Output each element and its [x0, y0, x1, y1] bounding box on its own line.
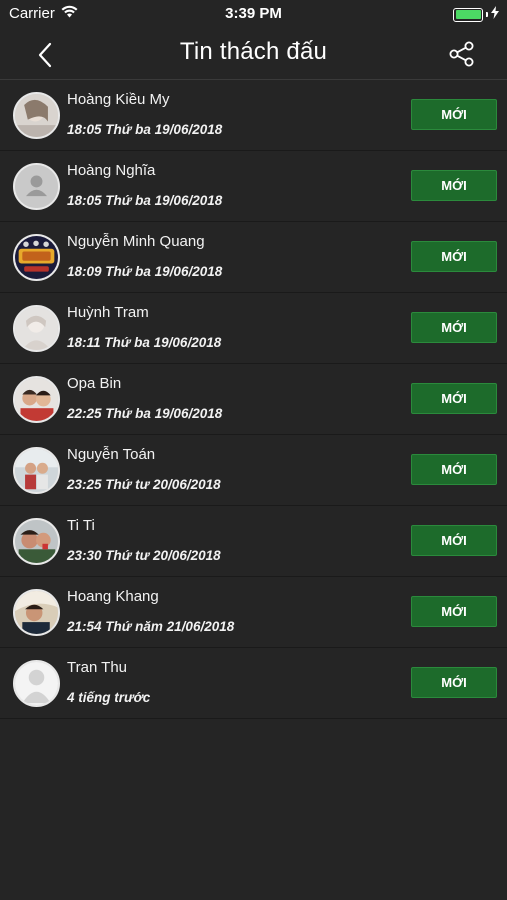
player-name: Opa Bin	[67, 375, 122, 392]
player-name: Huỳnh Tram	[67, 304, 149, 321]
list-item[interactable]: Ti Ti 23:30 Thứ tư 20/06/2018 MỚI	[0, 506, 507, 577]
new-button[interactable]: MỚI	[411, 525, 497, 556]
challenge-time: 23:30 Thứ tư 20/06/2018	[67, 548, 221, 563]
avatar[interactable]	[13, 589, 60, 636]
navigation-bar: Tin thách đấu	[0, 28, 507, 80]
list-item[interactable]: Huỳnh Tram 18:11 Thứ ba 19/06/2018 MỚI	[0, 293, 507, 364]
status-bar: Carrier 3:39 PM	[0, 0, 507, 28]
challenge-list: Hoàng Kiều My 18:05 Thứ ba 19/06/2018 MỚ…	[0, 80, 507, 719]
avatar[interactable]	[13, 305, 60, 352]
challenge-time: 4 tiếng trước	[67, 690, 151, 705]
new-button[interactable]: MỚI	[411, 596, 497, 627]
challenge-time: 18:09 Thứ ba 19/06/2018	[67, 264, 223, 279]
charging-icon	[491, 6, 499, 23]
avatar[interactable]	[13, 376, 60, 423]
battery-status	[453, 6, 499, 23]
avatar[interactable]	[13, 163, 60, 210]
page-title: Tin thách đấu	[179, 38, 328, 65]
list-item[interactable]: Nguyễn Minh Quang 18:09 Thứ ba 19/06/201…	[0, 222, 507, 293]
challenge-time: 21:54 Thứ năm 21/06/2018	[67, 619, 235, 634]
new-button[interactable]: MỚI	[411, 454, 497, 485]
new-button[interactable]: MỚI	[411, 170, 497, 201]
avatar[interactable]	[13, 92, 60, 139]
new-button[interactable]: MỚI	[411, 99, 497, 130]
list-item[interactable]: Nguyễn Toán 23:25 Thứ tư 20/06/2018 MỚI	[0, 435, 507, 506]
player-name: Ti Ti	[67, 517, 95, 534]
list-item[interactable]: Hoang Khang 21:54 Thứ năm 21/06/2018 MỚI	[0, 577, 507, 648]
challenge-time: 22:25 Thứ ba 19/06/2018	[67, 406, 223, 421]
player-name: Nguyễn Minh Quang	[67, 233, 205, 250]
challenge-time: 18:11 Thứ ba 19/06/2018	[67, 335, 222, 350]
challenge-time: 18:05 Thứ ba 19/06/2018	[67, 122, 223, 137]
default-user-icon	[15, 662, 58, 705]
new-button[interactable]: MỚI	[411, 667, 497, 698]
challenge-time: 23:25 Thứ tư 20/06/2018	[67, 477, 221, 492]
player-name: Nguyễn Toán	[67, 446, 156, 463]
new-button[interactable]: MỚI	[411, 241, 497, 272]
battery-icon	[453, 7, 483, 22]
player-name: Hoang Khang	[67, 588, 159, 605]
avatar[interactable]	[13, 447, 60, 494]
list-item[interactable]: Hoàng Kiều My 18:05 Thứ ba 19/06/2018 MỚ…	[0, 80, 507, 151]
challenge-time: 18:05 Thứ ba 19/06/2018	[67, 193, 223, 208]
share-icon	[449, 41, 474, 67]
player-name: Tran Thu	[67, 659, 128, 676]
avatar[interactable]	[13, 660, 60, 707]
list-item[interactable]: Tran Thu 4 tiếng trước MỚI	[0, 648, 507, 719]
player-name: Hoàng Nghĩa	[67, 162, 156, 179]
list-item[interactable]: Opa Bin 22:25 Thứ ba 19/06/2018 MỚI	[0, 364, 507, 435]
new-button[interactable]: MỚI	[411, 383, 497, 414]
player-name: Hoàng Kiều My	[67, 91, 170, 108]
share-button[interactable]	[445, 37, 479, 71]
new-button[interactable]: MỚI	[411, 312, 497, 343]
avatar[interactable]	[13, 518, 60, 565]
avatar[interactable]	[13, 234, 60, 281]
list-item[interactable]: Hoàng Nghĩa 18:05 Thứ ba 19/06/2018 MỚI	[0, 151, 507, 222]
default-user-icon	[15, 165, 58, 208]
status-time: 3:39 PM	[225, 5, 282, 22]
